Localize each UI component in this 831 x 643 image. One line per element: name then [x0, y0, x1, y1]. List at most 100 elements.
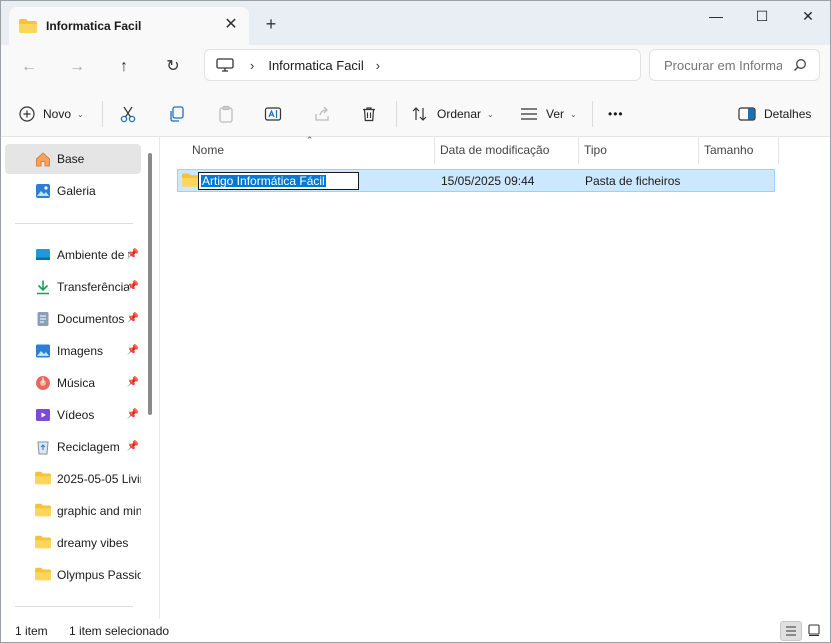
- selection-count: 1 item selecionado: [69, 624, 170, 638]
- clipboard-icon: [217, 105, 235, 123]
- breadcrumb-item[interactable]: Informatica Facil: [268, 58, 363, 73]
- pin-icon[interactable]: 📌: [127, 345, 139, 356]
- search-input[interactable]: [664, 57, 782, 73]
- tab-close-icon[interactable]: ✕: [223, 17, 239, 33]
- tab-informatica-facil[interactable]: Informatica Facil ✕: [9, 7, 249, 45]
- navigation-pane: Base Galeria Ambiente de trabalho 📌 Tran…: [1, 137, 159, 619]
- sidebar-item-folder[interactable]: graphic and minimal: [5, 496, 141, 526]
- tiles-view-button[interactable]: [804, 621, 826, 641]
- cut-button[interactable]: [119, 101, 137, 127]
- sidebar-item-desktop[interactable]: Ambiente de trabalho 📌: [5, 240, 141, 270]
- download-icon: [35, 279, 51, 295]
- navigation-bar: ← → ↑ ↻ › Informatica Facil ›: [1, 45, 830, 91]
- desktop-icon: [35, 247, 51, 263]
- sidebar-item-folder[interactable]: 2025-05-05 Living: [5, 464, 141, 494]
- pin-icon[interactable]: 📌: [127, 249, 139, 260]
- address-bar[interactable]: › Informatica Facil ›: [204, 49, 641, 81]
- sidebar-item-folder[interactable]: dreamy vibes: [5, 528, 141, 558]
- sidebar-item-label: Documentos: [57, 312, 125, 326]
- forward-button[interactable]: →: [62, 53, 92, 81]
- up-button[interactable]: ↑: [109, 53, 139, 81]
- chevron-right-icon[interactable]: ›: [376, 58, 380, 73]
- sidebar-item-documents[interactable]: Documentos 📌: [5, 304, 141, 334]
- delete-button[interactable]: [360, 101, 378, 127]
- new-button[interactable]: Novo ⌄: [19, 101, 84, 127]
- chevron-right-icon[interactable]: ›: [250, 58, 254, 73]
- paste-button[interactable]: [217, 101, 235, 127]
- sort-label: Ordenar: [437, 107, 482, 121]
- pin-icon[interactable]: 📌: [127, 313, 139, 324]
- details-pane-icon: [738, 107, 756, 121]
- folder-icon: [35, 471, 51, 487]
- rename-selected-text[interactable]: Artigo Informática Fácil: [201, 175, 326, 187]
- sidebar-item-recycle-bin[interactable]: Reciclagem 📌: [5, 432, 141, 462]
- column-header-size[interactable]: Tamanho: [698, 137, 778, 164]
- new-tab-button[interactable]: +: [261, 15, 281, 35]
- sidebar-item-pictures[interactable]: Imagens 📌: [5, 336, 141, 366]
- search-box[interactable]: [649, 49, 820, 81]
- details-view-button[interactable]: [780, 621, 802, 641]
- share-button[interactable]: [313, 101, 331, 127]
- sidebar-item-downloads[interactable]: Transferências 📌: [5, 272, 141, 302]
- sidebar-item-label: Transferências: [57, 280, 129, 294]
- sidebar-item-base[interactable]: Base: [5, 144, 141, 174]
- rename-icon: [264, 105, 282, 123]
- music-icon: [35, 375, 51, 391]
- back-button[interactable]: ←: [14, 53, 44, 81]
- sidebar-divider: [15, 223, 133, 224]
- sort-button[interactable]: Ordenar ⌄: [411, 101, 494, 127]
- pictures-icon: [35, 343, 51, 359]
- pin-icon[interactable]: 📌: [127, 409, 139, 420]
- chevron-down-icon: ⌄: [487, 109, 494, 119]
- sidebar-scrollbar[interactable]: [148, 153, 152, 415]
- videos-icon: [35, 407, 51, 423]
- view-label: Ver: [546, 107, 565, 121]
- gallery-icon: [35, 183, 51, 199]
- close-button[interactable]: ✕: [785, 5, 830, 29]
- details-label: Detalhes: [764, 107, 812, 121]
- copy-button[interactable]: [168, 101, 186, 127]
- maximize-button[interactable]: ☐: [739, 5, 785, 29]
- minimize-button[interactable]: —: [693, 5, 739, 29]
- rename-button[interactable]: [264, 101, 282, 127]
- sidebar-item-label: dreamy vibes: [57, 536, 129, 550]
- column-divider[interactable]: [778, 137, 779, 164]
- refresh-button[interactable]: ↻: [158, 53, 188, 81]
- pin-icon[interactable]: 📌: [127, 377, 139, 388]
- share-icon: [313, 105, 331, 123]
- toolbar-divider: [396, 101, 397, 127]
- tab-title: Informatica Facil: [46, 19, 142, 33]
- sidebar-item-folder[interactable]: Olympus Passion: [5, 560, 141, 590]
- status-bar: 1 item 1 item selecionado: [1, 619, 830, 642]
- sidebar-item-music[interactable]: Música 📌: [5, 368, 141, 398]
- home-icon: [35, 151, 51, 167]
- recycle-bin-icon: [35, 439, 51, 455]
- pin-icon[interactable]: 📌: [127, 281, 139, 292]
- sidebar-item-label: Ambiente de trabalho: [57, 248, 129, 262]
- chevron-down-icon: ⌄: [77, 109, 84, 119]
- scissors-icon: [119, 105, 137, 123]
- column-header-modified[interactable]: Data de modificação: [434, 137, 578, 164]
- column-header-type[interactable]: Tipo: [578, 137, 698, 164]
- sidebar-item-label: Base: [57, 152, 85, 166]
- view-lines-icon: [520, 107, 538, 121]
- view-button[interactable]: Ver ⌄: [520, 101, 577, 127]
- search-icon[interactable]: [793, 58, 807, 72]
- documents-icon: [35, 311, 51, 327]
- sidebar-item-galeria[interactable]: Galeria: [5, 176, 141, 206]
- sidebar-item-videos[interactable]: Vídeos 📌: [5, 400, 141, 430]
- sidebar-item-label: Olympus Passion: [57, 568, 141, 582]
- pin-icon[interactable]: 📌: [127, 441, 139, 452]
- column-header-name[interactable]: Nome: [186, 137, 434, 164]
- folder-icon: [35, 535, 51, 551]
- cell-type: Pasta de ficheiros: [585, 174, 681, 188]
- title-bar: Informatica Facil ✕ + — ☐ ✕: [1, 1, 830, 45]
- details-button[interactable]: Detalhes: [738, 101, 811, 127]
- rename-input[interactable]: Artigo Informática Fácil: [198, 172, 359, 190]
- table-row[interactable]: Artigo Informática Fácil 15/05/2025 09:4…: [177, 169, 775, 192]
- folder-icon: [35, 567, 51, 583]
- more-options-button[interactable]: •••: [608, 101, 624, 127]
- toolbar-divider: [102, 101, 103, 127]
- new-label: Novo: [43, 107, 72, 121]
- trash-icon: [360, 105, 378, 123]
